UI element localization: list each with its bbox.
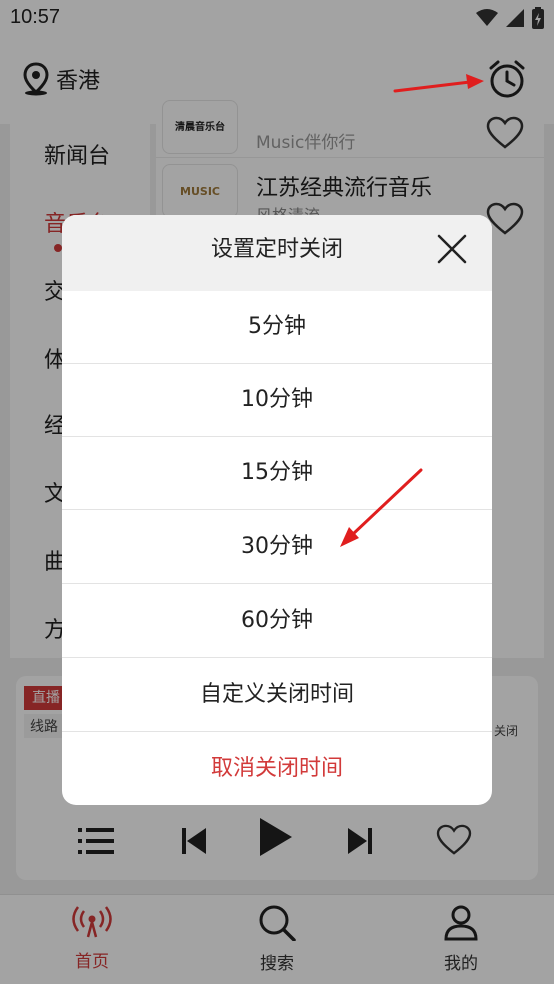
timer-option-5[interactable]: 5分钟 (62, 291, 492, 364)
timer-option-15[interactable]: 15分钟 (62, 437, 492, 510)
timer-option-custom[interactable]: 自定义关闭时间 (62, 659, 492, 732)
timer-option-30[interactable]: 30分钟 (62, 511, 492, 584)
timer-option-60[interactable]: 60分钟 (62, 585, 492, 658)
dialog-header: 设置定时关闭 (62, 215, 492, 291)
sleep-timer-dialog: 设置定时关闭 5分钟 10分钟 15分钟 30分钟 60分钟 自定义关闭时间 取… (62, 215, 492, 805)
cancel-timer-button[interactable]: 取消关闭时间 (62, 733, 492, 805)
dialog-title: 设置定时关闭 (210, 237, 343, 262)
close-icon[interactable] (436, 233, 468, 265)
timer-option-10[interactable]: 10分钟 (62, 364, 492, 437)
